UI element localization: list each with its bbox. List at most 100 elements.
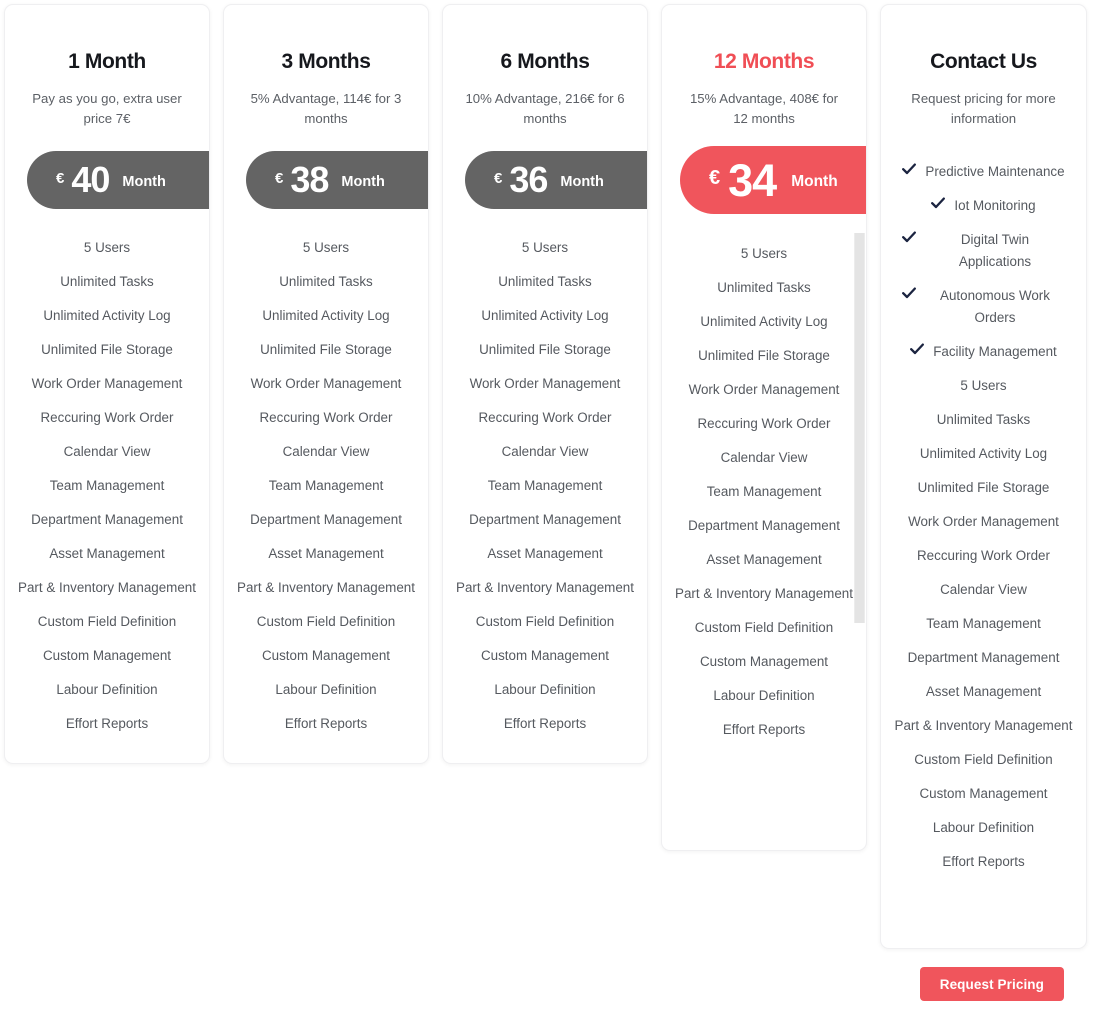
price-period: Month (560, 173, 604, 190)
feature-item: Calendar View (720, 450, 808, 466)
plan-subtitle: 5% Advantage, 114€ for 3 months (250, 91, 402, 127)
price-amount: 36 (509, 159, 548, 201)
feature-item: Effort Reports (722, 722, 806, 738)
feature-item: Unlimited Tasks (498, 274, 592, 290)
plan-subtitle: 10% Advantage, 216€ for 6 months (465, 91, 625, 127)
price-banner: €38 Month (224, 151, 428, 210)
currency-symbol: € (275, 169, 284, 187)
check-icon (902, 163, 917, 181)
card-header: 6 Months 10% Advantage, 216€ for 6 months (443, 5, 647, 129)
pricing-card-12-months[interactable]: 12 Months 15% Advantage, 408€ for 12 mont… (661, 4, 867, 851)
feature-item: Unlimited File Storage (479, 342, 611, 358)
feature-label: Predictive Maintenance (925, 164, 1065, 180)
feature-item: Team Management (49, 478, 165, 494)
card-header: 3 Months 5% Advantage, 114€ for 3 months (224, 5, 428, 129)
feature-item: Department Management (469, 512, 621, 528)
feature-item: Effort Reports (284, 716, 368, 732)
price-amount: 38 (290, 159, 329, 201)
feature-item: Custom Management (919, 786, 1048, 802)
feature-item: Department Management (250, 512, 402, 528)
feature-item: Reccuring Work Order (40, 410, 174, 426)
feature-item: Labour Definition (275, 682, 377, 698)
feature-list: 5 Users Unlimited Tasks Unlimited Activity… (662, 215, 866, 769)
price-pill: €34 Month (680, 146, 866, 215)
pricing-card-contact-us[interactable]: Contact Us Request pricing for more infor… (880, 4, 1087, 949)
card-scrollbar-track[interactable] (854, 233, 865, 623)
currency-symbol: € (56, 169, 65, 187)
feature-item: 5 Users (960, 378, 1007, 394)
feature-item: Department Management (907, 650, 1060, 666)
feature-item: Work Order Management (908, 514, 1059, 530)
pricing-card-1-month[interactable]: 1 Month Pay as you go, extra user price 7… (4, 4, 210, 765)
feature-item: Team Management (487, 478, 603, 494)
feature-item: Labour Definition (713, 688, 815, 704)
feature-item-premium: Facility Management (891, 335, 1076, 369)
price-period: Month (341, 173, 385, 190)
feature-item: Custom Field Definition (914, 752, 1053, 768)
feature-item: Custom Management (480, 648, 609, 664)
plan-title: 3 Months (281, 50, 371, 73)
currency-symbol: € (709, 166, 721, 189)
feature-item: Unlimited File Storage (917, 480, 1050, 496)
feature-list: 5 Users Unlimited Tasks Unlimited Activity… (5, 215, 209, 763)
feature-item: Part & Inventory Management (237, 580, 415, 596)
cta-row: Request Pricing (0, 967, 1104, 1001)
feature-item: Asset Management (49, 546, 165, 562)
feature-item: Calendar View (63, 444, 151, 460)
feature-label: Iot Monitoring (954, 198, 1036, 214)
feature-item: Custom Management (261, 648, 390, 664)
check-icon (910, 343, 925, 361)
feature-item: Labour Definition (56, 682, 158, 698)
feature-item: Asset Management (268, 546, 384, 562)
feature-item: Unlimited File Storage (41, 342, 173, 358)
price-pill: €38 Month (246, 151, 428, 210)
feature-list: 5 Users Unlimited Tasks Unlimited Activity… (224, 215, 428, 763)
currency-symbol: € (494, 169, 503, 187)
feature-list: 5 Users Unlimited Tasks Unlimited Activity… (443, 215, 647, 763)
pricing-card-6-months[interactable]: 6 Months 10% Advantage, 216€ for 6 months… (442, 4, 648, 765)
feature-item: Custom Field Definition (475, 614, 615, 630)
feature-item: Work Order Management (688, 382, 840, 398)
check-icon (902, 231, 916, 249)
plan-title: 1 Month (68, 50, 146, 73)
price-period: Month (791, 172, 838, 190)
feature-item: Part & Inventory Management (18, 580, 196, 596)
feature-item-premium: Iot Monitoring (891, 189, 1076, 223)
feature-item: Reccuring Work Order (917, 548, 1050, 564)
pricing-page: 1 Month Pay as you go, extra user price 7… (0, 0, 1108, 1010)
price-banner: €34 Month (662, 146, 866, 215)
feature-item: Custom Management (699, 654, 828, 670)
feature-item: Work Order Management (469, 376, 621, 392)
feature-item: Calendar View (501, 444, 589, 460)
feature-item: Unlimited Tasks (279, 274, 373, 290)
feature-list: Predictive Maintenance Iot Monitoring Digi… (881, 129, 1086, 901)
feature-item: Custom Field Definition (37, 614, 177, 630)
feature-item: Unlimited Activity Log (919, 446, 1048, 462)
feature-item: Asset Management (925, 684, 1042, 700)
feature-item: 5 Users (740, 246, 788, 262)
feature-item: Work Order Management (250, 376, 402, 392)
feature-item: Unlimited Activity Log (481, 308, 609, 324)
feature-item: Work Order Management (31, 376, 183, 392)
feature-item: Unlimited File Storage (260, 342, 392, 358)
card-scrollbar-thumb[interactable] (855, 233, 864, 623)
feature-item: Unlimited Tasks (936, 412, 1031, 428)
feature-item: Unlimited Activity Log (700, 314, 828, 330)
feature-item: Team Management (706, 484, 822, 500)
pricing-card-grid: 1 Month Pay as you go, extra user price 7… (4, 4, 1104, 949)
price-amount: 40 (71, 159, 110, 201)
feature-item: Team Management (268, 478, 384, 494)
feature-item: Part & Inventory Management (675, 586, 853, 602)
price-banner: €36 Month (443, 151, 647, 210)
feature-item: Unlimited Tasks (717, 280, 811, 296)
check-icon (902, 287, 916, 305)
feature-item: 5 Users (521, 240, 569, 256)
request-pricing-button[interactable]: Request Pricing (919, 967, 1064, 1001)
feature-label: Facility Management (933, 344, 1057, 360)
feature-item: Effort Reports (65, 716, 149, 732)
pricing-card-3-months[interactable]: 3 Months 5% Advantage, 114€ for 3 months €… (223, 4, 429, 765)
feature-item: Custom Management (42, 648, 171, 664)
plan-subtitle: Request pricing for more information (911, 91, 1056, 127)
price-pill: €36 Month (465, 151, 647, 210)
feature-item: Custom Field Definition (694, 620, 834, 636)
